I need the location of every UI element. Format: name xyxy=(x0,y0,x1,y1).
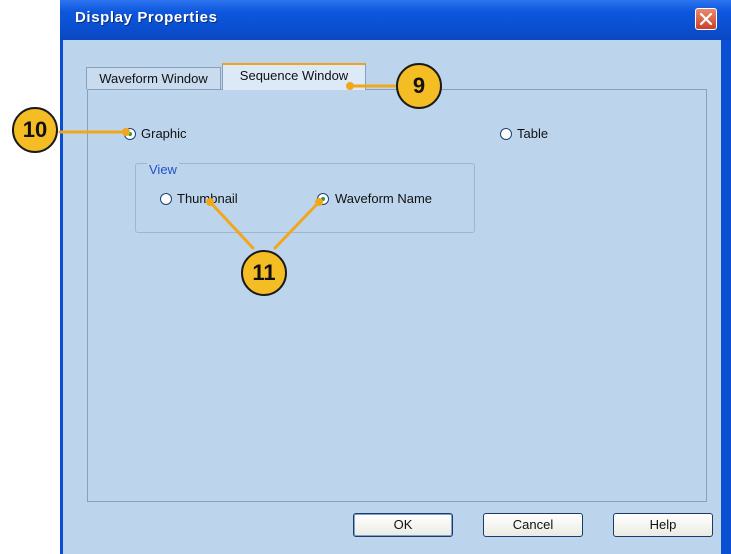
table-label[interactable]: Table xyxy=(517,126,548,141)
close-button[interactable] xyxy=(695,8,717,30)
callout-10: 10 xyxy=(12,107,58,153)
thumbnail-label[interactable]: Thumbnail xyxy=(177,191,238,206)
ok-button[interactable]: OK xyxy=(353,513,453,537)
callout-11: 11 xyxy=(241,250,287,296)
cancel-button[interactable]: Cancel xyxy=(483,513,583,537)
dialog-title: Display Properties xyxy=(75,9,218,26)
callout-9: 9 xyxy=(396,63,442,109)
graphic-radio[interactable] xyxy=(124,128,136,140)
tab-panel xyxy=(87,89,707,502)
close-icon xyxy=(699,12,713,26)
view-group-legend: View xyxy=(147,162,179,177)
dialog-client-area: Waveform Window Sequence Window Graphic … xyxy=(63,40,721,554)
waveform-name-radio[interactable] xyxy=(317,193,329,205)
tab-sequence-window[interactable]: Sequence Window xyxy=(222,63,366,90)
table-radio[interactable] xyxy=(500,128,512,140)
graphic-label[interactable]: Graphic xyxy=(141,126,187,141)
help-button[interactable]: Help xyxy=(613,513,713,537)
tab-waveform-window[interactable]: Waveform Window xyxy=(86,67,221,89)
thumbnail-radio[interactable] xyxy=(160,193,172,205)
title-bar[interactable]: Display Properties xyxy=(60,0,731,40)
waveform-name-label[interactable]: Waveform Name xyxy=(335,191,432,206)
